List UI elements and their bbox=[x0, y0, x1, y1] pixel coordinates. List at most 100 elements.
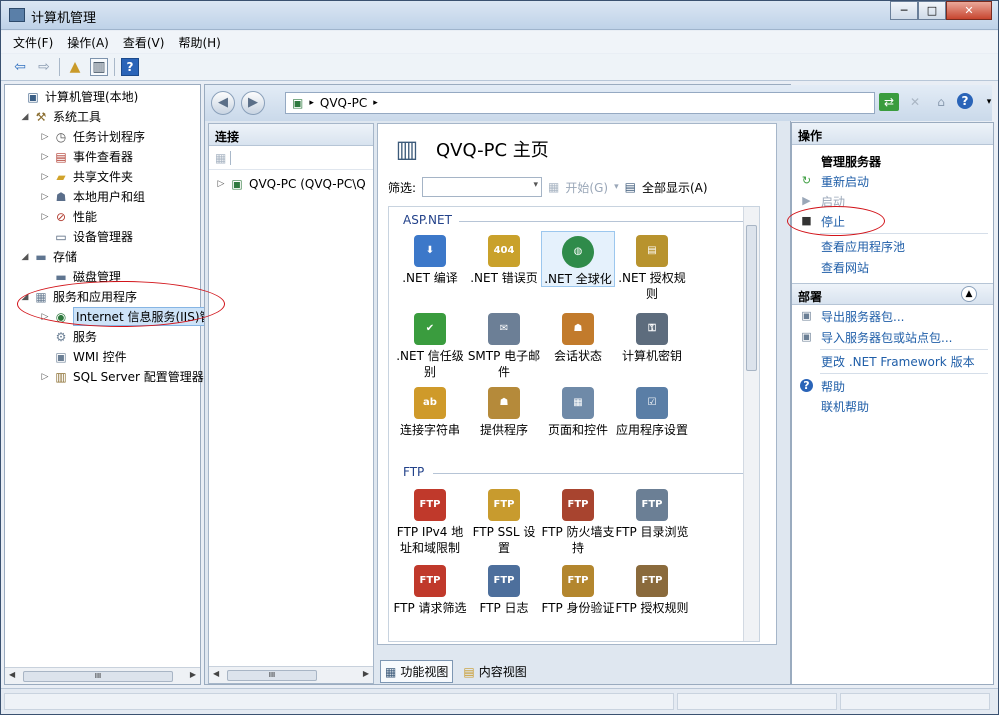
tree-expander[interactable]: ▷ bbox=[39, 152, 51, 162]
feature-smtp-email[interactable]: ✉ SMTP 电子邮件 bbox=[467, 313, 541, 380]
feature-ftp-ssl[interactable]: FTP FTP SSL 设置 bbox=[467, 489, 541, 556]
tree-item-local-users[interactable]: ▷ ☗ 本地用户和组 bbox=[39, 187, 145, 206]
scroll-thumb[interactable]: III bbox=[227, 670, 317, 681]
up-folder-icon[interactable]: ▲ bbox=[66, 58, 84, 76]
scroll-thumb[interactable]: III bbox=[23, 671, 173, 682]
feature-net-globalization[interactable]: ◍ .NET 全球化 bbox=[541, 231, 615, 287]
filter-input[interactable] bbox=[422, 177, 543, 197]
feature-pages-controls[interactable]: ▦ 页面和控件 bbox=[541, 387, 615, 438]
help-icon[interactable]: ? bbox=[121, 58, 139, 76]
tree-item-iis[interactable]: ▷ ◉ Internet 信息服务(IIS)管 bbox=[39, 307, 215, 326]
action-separator bbox=[820, 373, 988, 374]
menu-help[interactable]: 帮助(H) bbox=[178, 34, 220, 51]
start-link[interactable]: 启动 bbox=[821, 193, 845, 210]
import-package-link[interactable]: 导入服务器包或站点包... bbox=[821, 329, 952, 346]
restart-link[interactable]: 重新启动 bbox=[821, 173, 869, 190]
tree-item-label: 任务计划程序 bbox=[73, 130, 146, 144]
tree-item-disk-management[interactable]: ▬ 磁盘管理 bbox=[39, 267, 121, 286]
menu-action[interactable]: 操作(A) bbox=[67, 34, 109, 51]
scroll-right-icon[interactable]: ▶ bbox=[190, 670, 196, 679]
tree-item-services[interactable]: ⚙ 服务 bbox=[39, 327, 97, 346]
feature-machine-key[interactable]: ⚿ 计算机密钥 bbox=[615, 313, 689, 364]
chevron-down-icon[interactable]: ▾ bbox=[614, 182, 619, 192]
tree-item-computer-management[interactable]: ▣ 计算机管理(本地) bbox=[11, 87, 138, 106]
feature-app-settings[interactable]: ☑ 应用程序设置 bbox=[615, 387, 689, 438]
tree-item-performance[interactable]: ▷ ⊘ 性能 bbox=[39, 207, 97, 226]
tree-expander[interactable]: ▷ bbox=[39, 192, 51, 202]
tree-horizontal-scrollbar[interactable]: ◀ III ▶ bbox=[5, 667, 200, 684]
feature-ftp-ipv4[interactable]: FTP FTP IPv4 地址和域限制 bbox=[393, 489, 467, 556]
show-all-button[interactable]: 全部显示(A) bbox=[642, 179, 708, 196]
feature-net-authorization[interactable]: ▤ .NET 授权规则 bbox=[615, 235, 689, 302]
feature-ftp-request-filtering[interactable]: FTP FTP 请求筛选 bbox=[393, 565, 467, 616]
online-help-link[interactable]: 联机帮助 bbox=[821, 398, 869, 415]
menu-view[interactable]: 查看(V) bbox=[123, 34, 165, 51]
tree-item-shared-folders[interactable]: ▷ ▰ 共享文件夹 bbox=[39, 167, 133, 186]
tab-features-view[interactable]: ▦ 功能视图 bbox=[380, 660, 454, 683]
connect-icon[interactable]: ▦ bbox=[215, 151, 226, 165]
feature-ftp-logging[interactable]: FTP FTP 日志 bbox=[467, 565, 541, 616]
help-icon[interactable]: ? bbox=[957, 93, 973, 109]
feature-ftp-firewall[interactable]: FTP FTP 防火墙支持 bbox=[541, 489, 615, 556]
stop-icon[interactable]: ✕ bbox=[905, 93, 925, 111]
feature-ftp-directory[interactable]: FTP FTP 目录浏览 bbox=[615, 489, 689, 540]
back-arrow-icon[interactable]: ⇦ bbox=[11, 58, 29, 76]
scroll-left-icon[interactable]: ◀ bbox=[9, 670, 15, 679]
feature-net-error-pages[interactable]: 404 .NET 错误页 bbox=[467, 235, 541, 286]
features-vertical-scrollbar[interactable] bbox=[743, 207, 759, 641]
tree-expander[interactable]: ◢ bbox=[19, 112, 31, 122]
feature-net-trust-levels[interactable]: ✔ .NET 信任级别 bbox=[393, 313, 467, 380]
tab-content-view[interactable]: ▤ 内容视图 bbox=[459, 661, 530, 682]
close-button[interactable]: ✕ bbox=[946, 1, 992, 20]
start-filter-button[interactable]: 开始(G) bbox=[565, 179, 608, 196]
tree-expander[interactable]: ▷ bbox=[39, 212, 51, 222]
forward-arrow-icon[interactable]: ⇨ bbox=[35, 58, 53, 76]
tree-expander[interactable]: ◢ bbox=[19, 292, 31, 302]
forward-button[interactable]: ▶ bbox=[241, 91, 265, 115]
back-button[interactable]: ◀ bbox=[211, 91, 235, 115]
chevron-down-icon[interactable]: ▾ bbox=[979, 93, 999, 111]
minimize-button[interactable]: ─ bbox=[890, 1, 918, 20]
feature-providers[interactable]: ☗ 提供程序 bbox=[467, 387, 541, 438]
view-sites-link[interactable]: 查看网站 bbox=[821, 259, 869, 276]
address-box[interactable]: ▣ ▸ QVQ-PC ▸ bbox=[285, 92, 875, 114]
tree-expander[interactable]: ▷ bbox=[39, 172, 51, 182]
export-package-link[interactable]: 导出服务器包... bbox=[821, 308, 904, 325]
scroll-thumb[interactable] bbox=[746, 225, 757, 371]
feature-connection-strings[interactable]: ab 连接字符串 bbox=[393, 387, 467, 438]
tree-expander[interactable]: ▷ bbox=[215, 179, 227, 189]
tree-expander[interactable]: ▷ bbox=[39, 312, 51, 322]
feature-net-compilation[interactable]: ⬇ .NET 编译 bbox=[393, 235, 467, 286]
scroll-right-icon[interactable]: ▶ bbox=[363, 669, 369, 678]
maximize-button[interactable]: □ bbox=[918, 1, 946, 20]
feature-ftp-authentication[interactable]: FTP FTP 身份验证 bbox=[541, 565, 615, 616]
view-app-pools-link[interactable]: 查看应用程序池 bbox=[821, 238, 905, 255]
tree-item-wmi[interactable]: ▣ WMI 控件 bbox=[39, 347, 126, 366]
feature-ftp-authorization[interactable]: FTP FTP 授权规则 bbox=[615, 565, 689, 616]
change-framework-link[interactable]: 更改 .NET Framework 版本 bbox=[821, 353, 975, 370]
show-hide-tree-icon[interactable]: ▥ bbox=[90, 58, 108, 76]
start-filter-icon[interactable]: ▦ bbox=[548, 180, 559, 194]
refresh-icon[interactable]: ⇄ bbox=[879, 93, 899, 111]
tree-expander[interactable]: ◢ bbox=[19, 252, 31, 262]
tree-item-sql-server[interactable]: ▷ ▥ SQL Server 配置管理器 bbox=[39, 367, 204, 386]
feature-session-state[interactable]: ☗ 会话状态 bbox=[541, 313, 615, 364]
tree-expander[interactable]: ▷ bbox=[39, 132, 51, 142]
tree-expander[interactable]: ▷ bbox=[39, 372, 51, 382]
connection-node-server[interactable]: ▷ ▣ QVQ-PC (QVQ-PC\Q bbox=[215, 174, 366, 193]
menu-file[interactable]: 文件(F) bbox=[13, 34, 53, 51]
tree-item-system-tools[interactable]: ◢ ⚒ 系统工具 bbox=[19, 107, 101, 126]
tree-item-event-viewer[interactable]: ▷ ▤ 事件查看器 bbox=[39, 147, 133, 166]
stop-link[interactable]: 停止 bbox=[821, 213, 845, 230]
tree-item-services-applications[interactable]: ◢ ▦ 服务和应用程序 bbox=[19, 287, 137, 306]
scroll-left-icon[interactable]: ◀ bbox=[213, 669, 219, 678]
tree-item-device-manager[interactable]: ▭ 设备管理器 bbox=[39, 227, 133, 246]
home-icon[interactable]: ⌂ bbox=[931, 93, 951, 111]
address-host[interactable]: QVQ-PC bbox=[320, 96, 367, 110]
show-all-icon[interactable]: ▤ bbox=[625, 180, 636, 194]
tree-item-task-scheduler[interactable]: ▷ ◷ 任务计划程序 bbox=[39, 127, 145, 146]
connections-horizontal-scrollbar[interactable]: ◀ III ▶ bbox=[209, 666, 373, 683]
help-link[interactable]: 帮助 bbox=[821, 378, 845, 395]
collapse-icon[interactable]: ▲ bbox=[961, 286, 977, 302]
tree-item-storage[interactable]: ◢ ▬ 存储 bbox=[19, 247, 77, 266]
